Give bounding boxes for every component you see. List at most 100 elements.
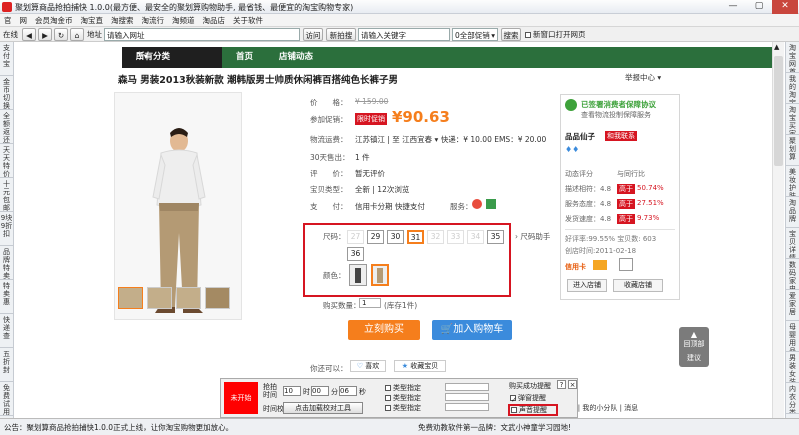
nav-shop-news-link[interactable]: 店铺动态 (279, 47, 313, 68)
visit-button[interactable]: 访问 (303, 28, 323, 41)
type-select-1[interactable] (445, 383, 489, 391)
refresh-button[interactable]: ↻ (54, 28, 68, 41)
left-tab-9[interactable]: 快递查 (0, 314, 13, 348)
new-window-option[interactable]: 新窗口打开网页 (525, 28, 586, 41)
menu-item-about[interactable]: 关于软件 (229, 14, 267, 27)
popup-remind-checkbox[interactable]: ✓ (510, 395, 517, 404)
left-tab-3[interactable]: 全额返还 (0, 110, 13, 144)
panel-close-button[interactable]: × (568, 380, 577, 389)
type-checkbox-1[interactable] (385, 385, 391, 391)
right-tab-6[interactable]: 淘品牌 (786, 197, 799, 228)
menu-item-web[interactable]: 网 (16, 14, 32, 27)
menu-item-brand[interactable]: 淘品店 (199, 14, 230, 27)
size-help-link[interactable]: › 尺码助手 (515, 231, 550, 242)
like-button[interactable]: ♡ 喜欢 (350, 360, 386, 372)
right-tab-3[interactable]: 淘宝买家 (786, 104, 799, 135)
shop-name[interactable]: 品品仙子 (565, 131, 595, 142)
size-option-33[interactable]: 33 (447, 230, 464, 244)
right-tab-5[interactable]: 美妆护肤 (786, 166, 799, 197)
minute-select[interactable]: 00 (311, 386, 329, 396)
size-option-35[interactable]: 35 (487, 230, 504, 244)
suggest-button[interactable]: 建议 (679, 353, 709, 363)
search-button[interactable]: 搜索 (501, 28, 521, 41)
home-button[interactable]: ⌂ (70, 28, 84, 41)
size-option-34[interactable]: 34 (467, 230, 484, 244)
report-center-link[interactable]: 举报中心 ▾ (625, 72, 661, 83)
left-tab-2[interactable]: 金币切换 (0, 76, 13, 110)
thumbnail-1[interactable] (118, 287, 143, 309)
menu-item-search[interactable]: 淘搜索 (107, 14, 138, 27)
menu-item-channel[interactable]: 淘频道 (168, 14, 199, 27)
right-tab-4[interactable]: 聚划算 (786, 135, 799, 166)
right-tab-12[interactable]: 内衣分类 (786, 383, 799, 414)
type-select-3[interactable] (445, 403, 489, 411)
promo-select[interactable]: 0全部促销 ▾ (452, 28, 498, 41)
nav-home-link[interactable]: 首页 (236, 47, 253, 68)
promo-status-text[interactable]: 免费劝教软件第一品牌：文武小神童学习园地! (418, 422, 571, 433)
right-tab-7[interactable]: 宝贝详情 (786, 228, 799, 259)
type-checkbox-2[interactable] (385, 395, 391, 401)
page-scrollbar[interactable]: ▲ (772, 42, 784, 418)
type-option-3[interactable]: 类型指定 (385, 403, 421, 413)
size-option-32[interactable]: 32 (427, 230, 444, 244)
type-option-1[interactable]: 类型指定 (385, 383, 421, 393)
forward-button[interactable]: ▶ (38, 28, 52, 41)
thumbnail-4[interactable] (205, 287, 230, 309)
menu-item-official[interactable]: 官 (0, 14, 16, 27)
scroll-up-icon[interactable]: ▲ (774, 43, 779, 51)
right-tab-11[interactable]: 男装女装 (786, 352, 799, 383)
left-tab-7[interactable]: 品牌特卖 (0, 246, 13, 280)
second-select[interactable]: 06 (339, 386, 357, 396)
left-tab-10[interactable]: 五折封 (0, 348, 13, 382)
type-select-2[interactable] (445, 393, 489, 401)
menu-item-taobao-direct[interactable]: 淘宝直 (77, 14, 108, 27)
sound-remind-checkbox[interactable] (511, 407, 517, 413)
hour-select[interactable]: 10 (283, 386, 301, 396)
left-tab-6[interactable]: 9块9折扣 (0, 212, 13, 246)
size-option-27[interactable]: 27 (347, 230, 364, 244)
buy-now-button[interactable]: 立刻购买 (348, 320, 420, 340)
size-option-36[interactable]: 36 (347, 247, 364, 261)
left-tab-1[interactable]: 支付宝 (0, 42, 13, 76)
new-search-button[interactable]: 新拍搜索 (326, 28, 356, 53)
all-categories-menu[interactable]: 所有分类 ☰▾ (122, 47, 222, 68)
quantity-input[interactable]: 1 (359, 298, 381, 308)
size-option-31[interactable]: 31 (407, 230, 424, 244)
close-button[interactable]: ✕ (772, 0, 798, 14)
right-tab-9[interactable]: 爱家居 (786, 290, 799, 321)
color-option-1[interactable] (349, 264, 367, 286)
maximize-button[interactable]: ▢ (746, 0, 772, 14)
type-checkbox-3[interactable] (385, 405, 391, 411)
popup-remind-option[interactable]: ✓弹窗提醒 (510, 393, 546, 404)
right-tab-8[interactable]: 数码家电 (786, 259, 799, 290)
guarantee-sub[interactable]: 查看物流投制保障服务 (581, 110, 651, 120)
contact-seller-button[interactable]: 和我联系 (605, 131, 637, 141)
keyword-input[interactable]: 请输入关键字 (358, 28, 450, 41)
favorite-button[interactable]: ★ 收藏宝贝 (394, 360, 446, 372)
back-to-top-button[interactable]: 回顶部 (679, 339, 709, 349)
right-tab-10[interactable]: 母婴用品 (786, 321, 799, 352)
thumbnail-3[interactable] (176, 287, 201, 309)
thumbnail-2[interactable] (147, 287, 172, 309)
sound-remind-option[interactable]: 声音提醒 (508, 404, 558, 416)
size-option-29[interactable]: 29 (367, 230, 384, 244)
left-tab-4[interactable]: 天天特价 (0, 144, 13, 178)
add-to-cart-button[interactable]: 🛒加入购物车 (432, 320, 512, 340)
menu-item-coins[interactable]: 会员淘金币 (31, 14, 77, 27)
scroll-thumb[interactable] (774, 56, 783, 166)
right-tab-1[interactable]: 淘宝网首页 (786, 42, 799, 73)
back-button[interactable]: ◀ (22, 28, 36, 41)
color-option-2[interactable] (371, 264, 389, 286)
favorite-shop-button[interactable]: 收藏店铺 (613, 279, 663, 292)
new-window-checkbox[interactable] (525, 32, 531, 38)
enter-shop-button[interactable]: 进入店铺 (567, 279, 607, 292)
menu-item-trend[interactable]: 淘流行 (138, 14, 169, 27)
right-tab-2[interactable]: 我的淘宝 (786, 73, 799, 104)
left-tab-8[interactable]: 特卖惠 (0, 280, 13, 314)
product-image[interactable] (114, 92, 242, 320)
calibrate-button[interactable]: 点击加载校对工具 (283, 402, 363, 414)
help-button[interactable]: ? (557, 380, 566, 389)
left-tab-5[interactable]: 十元包邮 (0, 178, 13, 212)
left-tab-11[interactable]: 免费试用 (0, 382, 13, 416)
minimize-button[interactable]: — (720, 0, 746, 14)
